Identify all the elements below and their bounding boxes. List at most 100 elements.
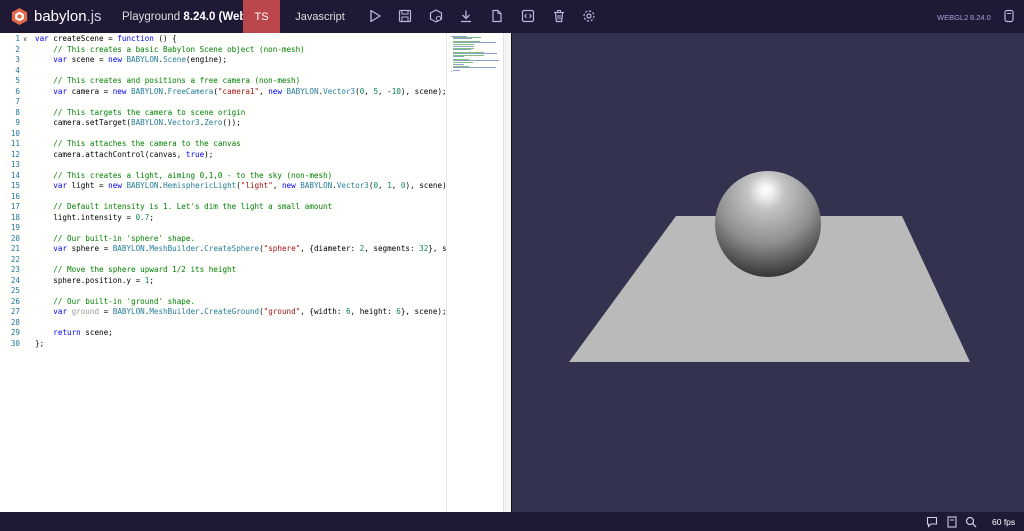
inspector-icon[interactable] [429,9,443,23]
line-number: 5 [15,76,20,85]
code-text: // This targets the camera to scene orig… [53,107,246,117]
code-line[interactable]: 5 // This creates and positions a free c… [0,76,446,87]
line-number: 22 [10,254,20,264]
save-icon[interactable] [398,9,412,23]
logo-suffix: .js [86,8,102,25]
code-text: var scene = new BABYLON.Scene(engine); [53,55,228,64]
line-number: 15 [10,181,20,190]
line-number: 17 [10,202,20,211]
render-canvas[interactable] [512,33,1024,512]
code-text: // This creates a basic Babylon Scene ob… [53,44,305,54]
code-line[interactable]: 6 var camera = new BABYLON.FreeCamera("c… [0,87,446,98]
code-text: var createScene = function () { [35,34,177,43]
line-number: 25 [10,286,20,295]
code-line[interactable]: 12 camera.attachControl(canvas, true); [0,150,446,161]
code-line[interactable]: 24 sphere.position.y = 1; [0,276,446,287]
line-number: 23 [10,265,20,274]
new-file-icon[interactable] [490,9,504,23]
settings-icon[interactable] [582,9,596,23]
line-number: 13 [10,160,20,169]
comment-icon[interactable] [926,516,938,528]
code-text: light.intensity = 0.7; [35,212,154,222]
sphere-mesh [715,171,821,277]
code-line[interactable]: 7 [0,97,446,108]
line-number: 11 [10,139,20,148]
code-line[interactable]: 19 [0,223,446,234]
copy-icon[interactable] [1002,9,1016,23]
code-line[interactable]: 29 return scene; [0,328,446,339]
line-number: 7 [15,97,20,106]
line-number: 8 [15,107,20,117]
code-line[interactable]: 9 camera.setTarget(BABYLON.Vector3.Zero(… [0,118,446,129]
play-icon[interactable] [368,9,382,23]
code-line[interactable]: 17 // Default intensity is 1. Let's dim … [0,202,446,213]
code-text: camera.setTarget(BABYLON.Vector3.Zero())… [35,118,241,127]
code-text: var ground = BABYLON.MeshBuilder.CreateG… [53,307,446,316]
fold-chevron-icon[interactable]: ∨ [23,34,27,45]
code-line[interactable]: 22 [0,255,446,266]
code-line[interactable]: 8 // This targets the camera to scene or… [0,108,446,119]
line-number: 1 [15,34,20,43]
line-number: 16 [10,191,20,201]
tab-javascript[interactable]: Javascript [280,0,360,33]
code-minimap[interactable] [446,33,503,512]
code-text: sphere.position.y = 1; [35,275,154,285]
code-line[interactable]: 10 [0,129,446,140]
code-line[interactable]: 11 // This attaches the camera to the ca… [0,139,446,150]
code-text: }; [35,338,45,348]
tab-ts-label: TS [254,10,269,23]
code-line[interactable]: 23 // Move the sphere upward 1/2 its hei… [0,265,446,276]
code-line[interactable]: 21 var sphere = BABYLON.MeshBuilder.Crea… [0,244,446,255]
fps-counter: 60 fps [992,517,1016,527]
search-icon[interactable] [965,516,977,528]
minimap-line [453,52,497,54]
code-text: return scene; [53,328,113,337]
minimap-line [453,63,464,65]
code-line[interactable]: 4 [0,66,446,77]
editor-scrollbar[interactable] [503,33,511,512]
minimap-line [453,42,496,43]
code-line[interactable]: 25 [0,286,446,297]
code-line[interactable]: 15 var light = new BABYLON.HemisphericLi… [0,181,446,192]
bookmark-icon[interactable] [946,516,958,528]
code-line[interactable]: 20 // Our built-in 'sphere' shape. [0,234,446,245]
line-number: 2 [15,44,20,54]
code-text: var light = new BABYLON.HemisphericLight… [53,181,446,190]
code-line[interactable]: 18 light.intensity = 0.7; [0,213,446,224]
line-number: 14 [10,170,20,180]
code-line[interactable]: 13 [0,160,446,171]
format-icon[interactable] [521,9,535,23]
code-line[interactable]: 26 // Our built-in 'ground' shape. [0,297,446,308]
line-number: 27 [10,307,20,316]
tab-ts[interactable]: TS [243,0,280,33]
code-text: // Move the sphere upward 1/2 its height [53,265,237,274]
code-line[interactable]: 30}; [0,339,446,350]
code-text: // This attaches the camera to the canva… [53,139,241,148]
code-text: // Our built-in 'sphere' shape. [53,233,196,243]
engine-version: 8.24.0 [970,13,991,22]
line-number: 6 [15,86,20,96]
code-line[interactable]: 28 [0,318,446,329]
code-lines[interactable]: 1 ∨ var createScene = function () { 2 // Th… [0,33,446,512]
code-line[interactable]: 1 ∨ var createScene = function () { [0,34,446,45]
line-number: 26 [10,296,20,306]
code-editor[interactable]: 1 ∨ var createScene = function () { 2 // Th… [0,33,511,512]
code-line[interactable]: 16 [0,192,446,203]
code-line[interactable]: 27 var ground = BABYLON.MeshBuilder.Crea… [0,307,446,318]
code-line[interactable]: 3 var scene = new BABYLON.Scene(engine); [0,55,446,66]
code-text: // Our built-in 'ground' shape. [53,296,196,306]
code-text: // Default intensity is 1. Let's dim the… [53,202,333,211]
engine-label: WEBGL2 [937,13,969,22]
code-line[interactable]: 14 // This creates a light, aiming 0,1,0… [0,171,446,182]
download-icon[interactable] [459,9,473,23]
delete-icon[interactable] [552,9,566,23]
code-line[interactable]: 2 // This creates a basic Babylon Scene … [0,45,446,56]
line-number: 30 [10,338,20,348]
line-number: 24 [10,275,20,285]
scene-view [569,171,970,362]
line-number: 4 [15,65,20,75]
line-number: 29 [10,328,20,337]
babylon-logo[interactable]: babylon.js [10,7,102,26]
code-text: var camera = new BABYLON.FreeCamera("cam… [53,86,446,96]
minimap-line [453,67,496,69]
